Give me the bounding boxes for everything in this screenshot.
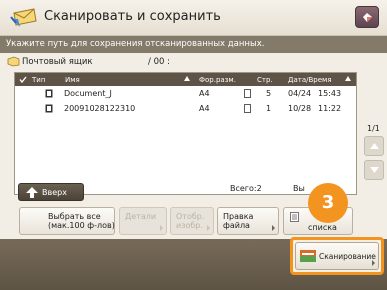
document-icon [45,104,53,113]
row-name: Document_J [64,89,112,98]
scan-highlight: Сканирование [290,237,384,275]
up-arrow-icon [26,187,38,198]
settings-icon [363,13,372,22]
checkmark-icon [19,76,27,83]
triangle-up-icon [370,143,379,149]
select-all-label: Выбрать все (мак.100 ф-лов) [48,212,115,230]
show-image-button[interactable]: Отобр. изобр. [170,207,214,235]
row-pages: 1 [266,104,272,113]
scroll-up-button[interactable] [364,136,384,156]
mailbox-icon [7,56,20,67]
row-time: 15:43 [318,89,342,98]
scan-button[interactable]: Сканирование [295,242,379,270]
list-label: списка [308,223,337,232]
edit-file-button[interactable]: Правка файла [217,207,279,235]
column-format[interactable]: Фор.разм. [199,76,236,84]
total-count: Всего:2 [230,184,262,193]
show-image-label: Отобр. изобр. [176,212,205,230]
scroll-down-button[interactable] [364,160,384,180]
chevron-right-icon [207,225,210,231]
row-format: A4 [199,89,210,98]
row-date: 04/24 [288,89,312,98]
up-button[interactable]: Вверх [18,183,84,201]
scan-save-icon [10,8,37,27]
column-pages[interactable]: Стр. [257,76,273,84]
select-all-button[interactable]: Выбрать все (мак.100 ф-лов) [19,207,115,235]
page-icon [244,89,251,98]
column-type[interactable]: Тип [32,76,45,84]
row-time: 11:22 [318,104,342,113]
title-bar: Сканировать и сохранить [0,0,387,36]
details-button[interactable]: Детали [119,207,167,235]
scan-button-label: Сканирование [319,252,376,261]
document-icon [45,89,53,98]
list-icon [290,212,299,222]
instruction-bar: Укажите путь для сохранения отсканирован… [0,36,387,53]
page-indicator: 1/1 [367,124,380,133]
triangle-down-icon [370,167,379,173]
row-date: 10/28 [288,104,312,113]
storage-path: Почтовый ящик / 00 : [0,55,387,69]
path-value: / 00 : [148,57,170,67]
selected-label: Вы [293,184,305,193]
path-label: Почтовый ящик [22,57,93,67]
file-list: Тип Имя Фор.разм. Стр. Дата/Время Docume… [14,72,357,195]
table-row[interactable]: 20091028122310 A4 1 10/28 11:22 [15,103,356,115]
details-label: Детали [125,212,157,221]
row-name: 20091028122310 [64,104,136,113]
chevron-right-icon [160,225,163,231]
column-datetime[interactable]: Дата/Время [288,76,332,84]
step-badge: 3 [308,183,348,223]
edit-file-label: Правка файла [223,212,254,230]
chevron-right-icon [372,260,375,266]
scanner-icon [300,250,316,262]
page-title: Сканировать и сохранить [44,9,221,24]
list-header: Тип Имя Фор.разм. Стр. Дата/Время [15,73,356,86]
row-pages: 5 [266,89,272,98]
settings-button[interactable] [355,6,379,28]
page-icon [244,104,251,113]
column-name[interactable]: Имя [65,76,80,84]
sort-indicator-icon [184,76,190,81]
chevron-right-icon [272,225,275,231]
row-format: A4 [199,104,210,113]
up-button-label: Вверх [42,188,67,197]
sort-indicator-icon [345,76,351,81]
table-row[interactable]: Document_J A4 5 04/24 15:43 [15,88,356,100]
